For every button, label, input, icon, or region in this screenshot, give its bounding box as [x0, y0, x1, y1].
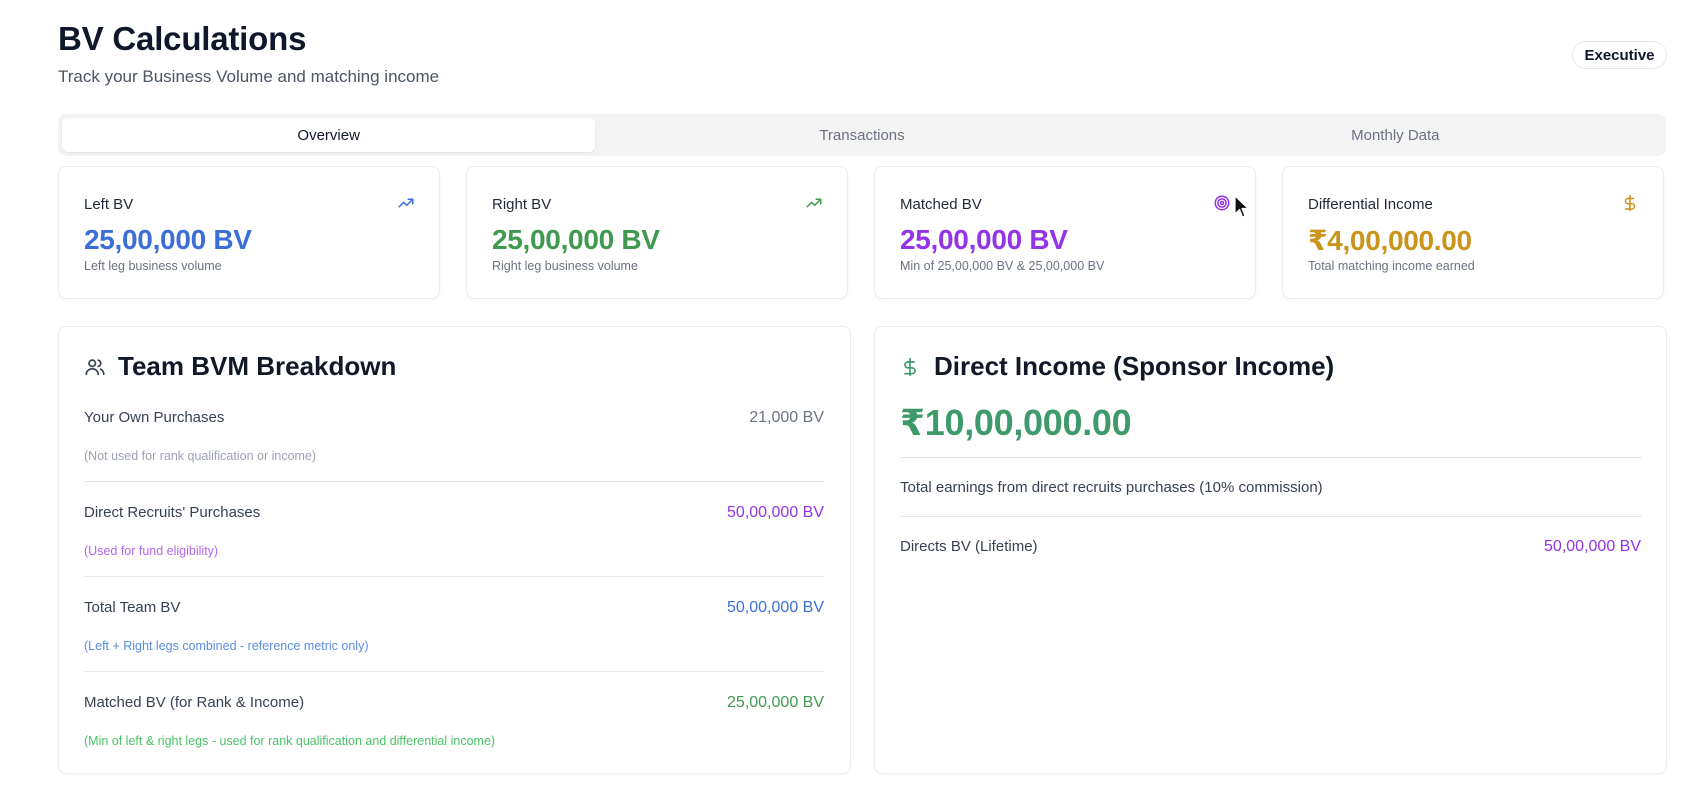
dollar-icon	[900, 355, 924, 379]
direct-income-description: Total earnings from direct recruits purc…	[900, 479, 1323, 496]
divider	[84, 671, 824, 672]
team-breakdown-panel: Team BVM Breakdown Your Own Purchases 21…	[58, 326, 851, 774]
panel-title: Direct Income (Sponsor Income)	[900, 351, 1334, 382]
mouse-cursor-icon	[1234, 195, 1249, 218]
breakdown-row-direct-recruits: Direct Recruits' Purchases 50,00,000 BV …	[84, 504, 824, 560]
row-note: (Used for fund eligibility)	[84, 544, 219, 558]
stat-card-matched-bv: Matched BV 25,00,000 BV Min of 25,00,000…	[874, 166, 1256, 299]
row-value: 50,00,000 BV	[727, 504, 824, 521]
stat-description: Total matching income earned	[1308, 259, 1475, 273]
row-note: (Left + Right legs combined - reference …	[84, 639, 369, 653]
panel-title: Team BVM Breakdown	[84, 351, 396, 382]
dollar-icon	[1624, 194, 1636, 212]
stat-value: ₹4,00,000.00	[1308, 225, 1472, 256]
stat-value: 25,00,000 BV	[84, 224, 252, 255]
row-label: Direct Recruits' Purchases	[84, 504, 261, 521]
stat-label: Differential Income	[1308, 196, 1433, 213]
row-label: Total Team BV	[84, 599, 181, 616]
panel-title-text: Direct Income (Sponsor Income)	[934, 351, 1335, 381]
row-value: 50,00,000 BV	[727, 599, 824, 616]
trending-up-icon	[806, 198, 822, 208]
row-note: (Not used for rank qualification or inco…	[84, 449, 317, 463]
stat-label: Left BV	[84, 196, 134, 213]
breakdown-row-matched-bv: Matched BV (for Rank & Income) 25,00,000…	[84, 694, 824, 750]
users-icon	[84, 355, 108, 379]
row-value: 21,000 BV	[749, 409, 824, 426]
divider	[84, 576, 824, 577]
row-value: 25,00,000 BV	[727, 694, 824, 711]
stat-card-left-bv: Left BV 25,00,000 BV Left leg business v…	[58, 166, 440, 299]
trending-up-icon	[398, 198, 414, 208]
tab-overview[interactable]: Overview	[62, 118, 596, 152]
breakdown-row-total-team-bv: Total Team BV 50,00,000 BV (Left + Right…	[84, 599, 824, 655]
stat-description: Left leg business volume	[84, 259, 222, 273]
direct-income-value: ₹10,00,000.00	[900, 402, 1132, 443]
direct-income-panel: Direct Income (Sponsor Income) ₹10,00,00…	[874, 326, 1667, 774]
rank-badge: Executive	[1572, 41, 1667, 69]
stat-value: 25,00,000 BV	[492, 224, 660, 255]
stat-description: Min of 25,00,000 BV & 25,00,000 BV	[900, 259, 1105, 273]
row-label: Matched BV (for Rank & Income)	[84, 694, 305, 711]
stat-card-right-bv: Right BV 25,00,000 BV Right leg business…	[466, 166, 848, 299]
panel-title-text: Team BVM Breakdown	[118, 351, 397, 381]
divider	[900, 457, 1642, 458]
stat-value: 25,00,000 BV	[900, 224, 1068, 255]
divider	[900, 516, 1642, 517]
page-subtitle: Track your Business Volume and matching …	[58, 67, 440, 86]
row-label: Your Own Purchases	[84, 409, 225, 426]
page-title: BV Calculations	[58, 20, 307, 57]
tab-transactions[interactable]: Transactions	[595, 118, 1128, 152]
stat-description: Right leg business volume	[492, 259, 638, 273]
breakdown-row-own-purchases: Your Own Purchases 21,000 BV (Not used f…	[84, 409, 824, 465]
tab-bar: Overview Transactions Monthly Data	[58, 114, 1666, 156]
tab-monthly-data[interactable]: Monthly Data	[1129, 118, 1662, 152]
stat-label: Matched BV	[900, 196, 982, 213]
stat-card-differential-income: Differential Income ₹4,00,000.00 Total m…	[1282, 166, 1664, 299]
stat-label: Right BV	[492, 196, 552, 213]
row-note: (Min of left & right legs - used for ran…	[84, 734, 496, 748]
target-icon	[1214, 195, 1230, 211]
directs-bv-label: Directs BV (Lifetime)	[900, 538, 1038, 555]
directs-bv-value: 50,00,000 BV	[1544, 538, 1641, 555]
divider	[84, 481, 824, 482]
